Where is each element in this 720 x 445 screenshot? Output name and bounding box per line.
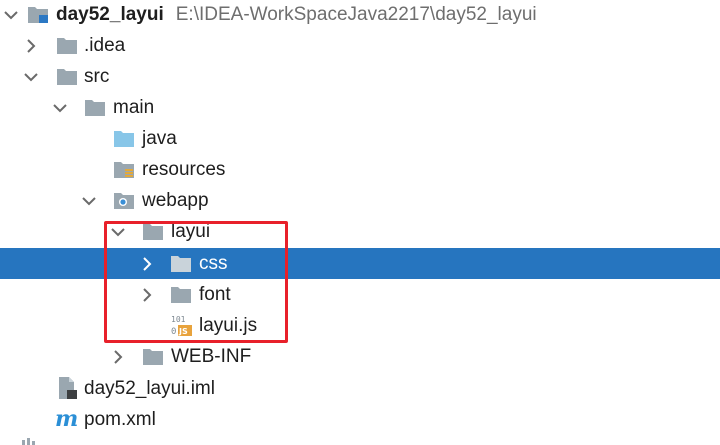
- chevron-down-icon[interactable]: [109, 216, 127, 247]
- tree-row-webapp[interactable]: webapp: [0, 185, 720, 216]
- javascript-file-icon: 101 0 JS: [170, 313, 194, 337]
- tree-label-css: css: [199, 253, 228, 274]
- project-title: day52_layui: [56, 4, 164, 25]
- tree-row-web-inf[interactable]: WEB-INF: [0, 341, 720, 372]
- tree-label-idea: .idea: [84, 35, 126, 56]
- library-icon: [22, 438, 35, 445]
- tree-row-layui-js[interactable]: 101 0 JS layui.js: [0, 310, 720, 341]
- tree-row-idea[interactable]: .idea: [0, 30, 720, 61]
- chevron-down-icon[interactable]: [22, 61, 40, 92]
- tree-label-webapp: webapp: [142, 190, 209, 211]
- tree-label-web-inf: WEB-INF: [171, 346, 252, 367]
- chevron-down-icon[interactable]: [2, 0, 20, 30]
- chevron-right-icon[interactable]: [138, 248, 156, 279]
- tree-label-main: main: [113, 97, 155, 118]
- svg-text:m: m: [55, 408, 78, 430]
- resources-folder-icon: [113, 159, 135, 179]
- project-path: E:\IDEA-WorkSpaceJava2217\day52_layui: [175, 4, 537, 25]
- tree-row-cut-off: [0, 436, 720, 445]
- folder-icon: [56, 66, 78, 86]
- folder-icon: [142, 221, 164, 241]
- tree-label-java: java: [142, 128, 177, 149]
- chevron-right-icon[interactable]: [109, 341, 127, 372]
- tree-label-resources: resources: [142, 159, 226, 180]
- tree-row-java[interactable]: java: [0, 123, 720, 154]
- web-folder-icon: [113, 190, 135, 210]
- folder-icon: [84, 97, 106, 117]
- module-folder-icon: [27, 4, 49, 24]
- tree-label-font: font: [199, 284, 231, 305]
- tree-row-css[interactable]: css: [0, 248, 720, 279]
- js-icon-text-top: 101: [171, 315, 186, 324]
- svg-text:0: 0: [171, 327, 176, 337]
- tree-row-pom[interactable]: m pom.xml: [0, 404, 720, 435]
- folder-icon: [170, 253, 192, 273]
- tree-row-src[interactable]: src: [0, 61, 720, 92]
- tree-row-layui[interactable]: layui: [0, 216, 720, 247]
- folder-icon: [142, 346, 164, 366]
- iml-file-icon: [56, 376, 80, 400]
- maven-pom-icon: m: [54, 408, 80, 430]
- tree-label-iml: day52_layui.iml: [84, 378, 215, 399]
- js-icon-text-bottom: JS: [178, 327, 188, 336]
- chevron-down-icon[interactable]: [51, 92, 69, 123]
- folder-icon: [170, 284, 192, 304]
- tree-label-layui-js: layui.js: [199, 315, 258, 336]
- tree-row-project[interactable]: day52_layui E:\IDEA-WorkSpaceJava2217\day…: [0, 0, 720, 30]
- project-name: day52_layui E:\IDEA-WorkSpaceJava2217\day…: [56, 0, 537, 30]
- tree-label-pom: pom.xml: [84, 409, 156, 430]
- tree-row-iml[interactable]: day52_layui.iml: [0, 373, 720, 404]
- source-folder-icon: [113, 128, 135, 148]
- chevron-right-icon[interactable]: [22, 30, 40, 61]
- tree-row-main[interactable]: main: [0, 92, 720, 123]
- tree-label-layui: layui: [171, 221, 211, 242]
- chevron-down-icon[interactable]: [80, 185, 98, 216]
- tree-row-font[interactable]: font: [0, 279, 720, 310]
- folder-icon: [56, 35, 78, 55]
- chevron-right-icon[interactable]: [138, 279, 156, 310]
- tree-label-src: src: [84, 66, 110, 87]
- tree-row-resources[interactable]: resources: [0, 154, 720, 185]
